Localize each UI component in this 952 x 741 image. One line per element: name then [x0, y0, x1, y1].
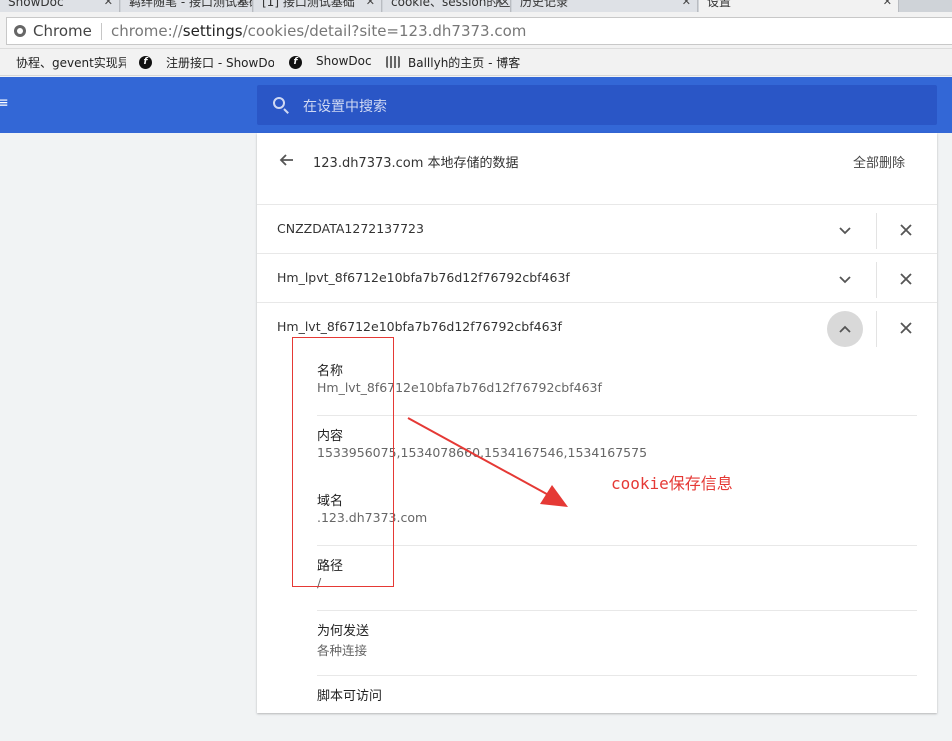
detail-script-access: 脚本可访问: [317, 676, 917, 741]
bookmark-register-api[interactable]: 注册接口 - ShowDo: [166, 54, 274, 71]
cookie-name: CNZZDATA1272137723: [277, 221, 424, 236]
bookmarks-bar: 协程、gevent实现异 f 注册接口 - ShowDo f ShowDoc B…: [0, 49, 952, 76]
close-icon[interactable]: ✕: [495, 0, 504, 12]
search-input[interactable]: 在设置中搜索: [303, 96, 387, 116]
tab-blog[interactable]: 羁绊随笔 - 接口测试基础 ✕: [121, 0, 253, 12]
chevron-up-icon: [839, 325, 851, 333]
tab-label: [1] 接口测试基础: [262, 0, 355, 9]
bookmark-label: Balllyh的主页 - 博客: [408, 56, 521, 70]
expand-button[interactable]: [827, 262, 863, 298]
detail-send-for: 为何发送 各种连接: [317, 611, 917, 676]
search-icon: [273, 97, 285, 109]
expand-button[interactable]: [827, 213, 863, 249]
delete-cookie-button[interactable]: [893, 217, 919, 243]
page-title: 123.dh7373.com 本地存储的数据: [313, 156, 519, 171]
showdoc-icon: f: [139, 56, 152, 69]
settings-header: ≡ 在设置中搜索: [0, 77, 952, 133]
detail-path: 路径 /: [317, 546, 917, 611]
close-icon[interactable]: ✕: [237, 0, 246, 12]
showdoc-icon: f: [289, 56, 302, 69]
tab-api[interactable]: [1] 接口测试基础 ✕: [254, 0, 382, 12]
cookie-name: Hm_lpvt_8f6712e10bfa7b76d12f76792cbf463f: [277, 270, 570, 285]
close-icon: [900, 273, 912, 285]
annotation-label: cookie保存信息: [611, 474, 733, 493]
close-icon[interactable]: ✕: [883, 0, 892, 12]
bookmark-blog[interactable]: Balllyh的主页 - 博客: [386, 54, 522, 71]
close-icon: [900, 224, 912, 236]
delete-cookie-button[interactable]: [893, 315, 919, 341]
close-icon[interactable]: ✕: [366, 0, 375, 12]
url-text[interactable]: chrome://settings/cookies/detail?site=12…: [111, 22, 526, 40]
annotation-arrow-icon: [407, 417, 568, 507]
detail-value: 各种连接: [317, 643, 368, 658]
back-arrow-icon[interactable]: [278, 152, 294, 168]
tab-strip: ShowDoc ✕ 羁绊随笔 - 接口测试基础 ✕ [1] 接口测试基础 ✕ c…: [0, 0, 952, 12]
menu-icon[interactable]: ≡: [0, 95, 9, 111]
cookie-row[interactable]: Hm_lpvt_8f6712e10bfa7b76d12f76792cbf463f: [257, 253, 937, 302]
close-icon: [900, 322, 912, 334]
collapse-button[interactable]: [827, 311, 863, 347]
cookie-name: Hm_lvt_8f6712e10bfa7b76d12f76792cbf463f: [277, 319, 562, 334]
url-path: /cookies/detail?site=123.dh7373.com: [242, 22, 527, 40]
bookmark-gevent[interactable]: 协程、gevent实现异: [16, 54, 126, 71]
tab-label: 历史记录: [520, 0, 569, 9]
chevron-down-icon: [839, 276, 851, 284]
bookmark-showdoc[interactable]: ShowDoc: [316, 54, 372, 68]
close-icon[interactable]: ✕: [682, 0, 691, 12]
detail-name: 名称 Hm_lvt_8f6712e10bfa7b76d12f76792cbf46…: [317, 351, 917, 416]
tab-cookie[interactable]: cookie、session的区别 ✕: [383, 0, 511, 12]
tab-label: 羁绊随笔 - 接口测试基础: [129, 0, 253, 9]
blog-icon: [386, 56, 400, 68]
chevron-down-icon: [839, 227, 851, 235]
tab-label: cookie、session的区别: [391, 0, 511, 9]
detail-label: 脚本可访问: [317, 689, 383, 704]
omnibox-separator: [101, 23, 102, 40]
chrome-icon: [14, 25, 26, 37]
scheme-label: Chrome: [33, 22, 92, 40]
close-icon[interactable]: ✕: [104, 0, 113, 12]
row-separator: [876, 262, 877, 298]
tab-history[interactable]: 历史记录 ✕: [512, 0, 698, 12]
tab-label: 设置: [707, 0, 732, 9]
settings-search-box[interactable]: 在设置中搜索: [257, 85, 937, 125]
toolbar: Chrome chrome://settings/cookies/detail?…: [0, 12, 952, 49]
address-bar[interactable]: Chrome chrome://settings/cookies/detail?…: [6, 17, 952, 45]
url-prefix: chrome://: [111, 22, 183, 40]
row-separator: [876, 311, 877, 347]
row-separator: [876, 213, 877, 249]
cookie-row[interactable]: CNZZDATA1272137723: [257, 204, 937, 253]
detail-label: 为何发送: [317, 624, 370, 639]
delete-cookie-button[interactable]: [893, 266, 919, 292]
annotation-box: [292, 337, 394, 587]
tab-settings[interactable]: 设置 ✕: [699, 0, 899, 12]
tab-showdoc[interactable]: ShowDoc ✕: [0, 0, 120, 12]
tab-label: ShowDoc: [8, 0, 64, 9]
remove-all-button[interactable]: 全部删除: [853, 152, 905, 171]
url-host: settings: [182, 22, 243, 40]
